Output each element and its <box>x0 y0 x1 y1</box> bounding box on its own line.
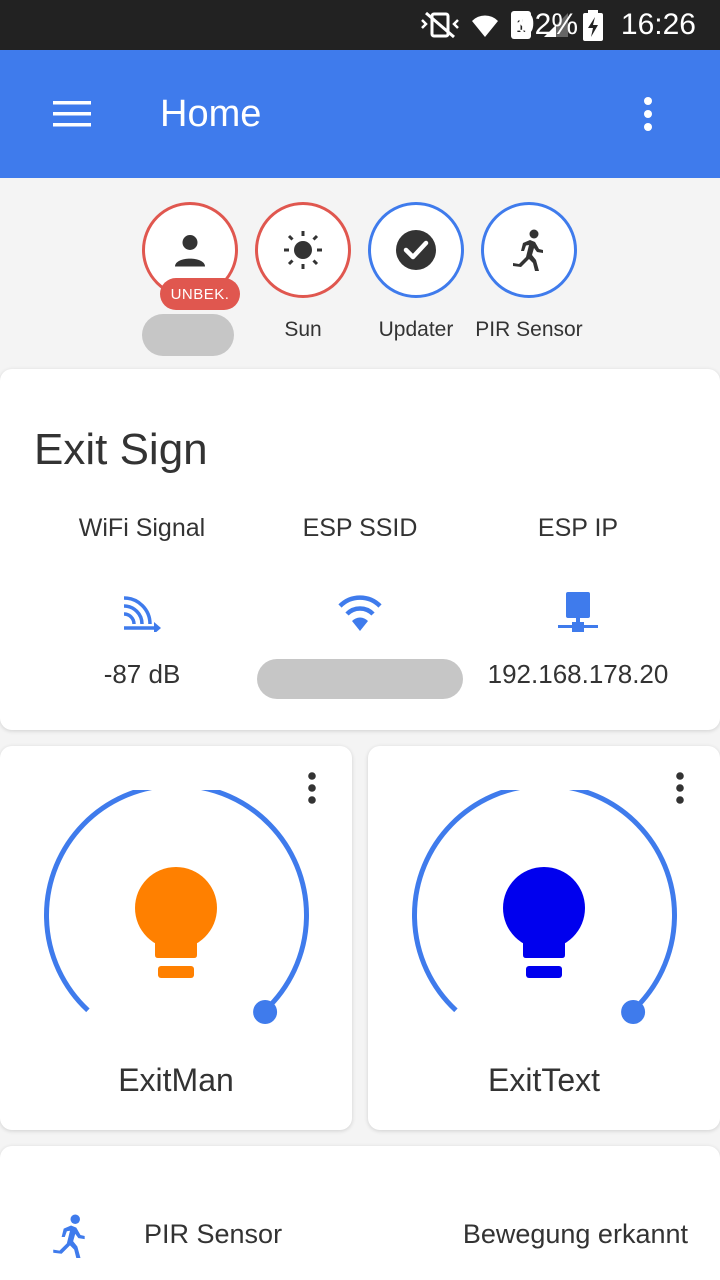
menu-icon <box>53 101 91 127</box>
attr-wifi-signal[interactable]: WiFi Signal -87 dB <box>22 513 262 691</box>
clock: 16:26 <box>620 8 696 41</box>
more-vert-icon <box>644 97 652 131</box>
wifi-icon <box>338 595 382 631</box>
card-title: Exit Sign <box>34 425 208 474</box>
light-card-exittext[interactable]: ExitText <box>368 746 720 1130</box>
badge-label: Updater <box>378 318 454 341</box>
lightbulb-icon <box>135 867 217 978</box>
battery-percent: 92% <box>517 8 578 41</box>
attr-value: -87 dB <box>103 659 181 689</box>
check-circle-icon <box>396 230 436 270</box>
bulb-base <box>526 966 562 978</box>
pir-sensor-card[interactable]: PIR Sensor Bewegung erkannt <box>0 1146 720 1280</box>
badge-label: PIR Sensor <box>475 318 583 341</box>
bulb-base <box>158 966 194 978</box>
vibrate-mute-icon <box>421 11 459 39</box>
badge-person[interactable]: UNBEK. <box>130 202 250 310</box>
entity-state: Bewegung erkannt <box>462 1219 688 1249</box>
entity-name: PIR Sensor <box>144 1219 283 1249</box>
dial-handle <box>621 1000 646 1024</box>
battery-charging-icon <box>583 10 603 41</box>
bulb-neck <box>523 930 565 958</box>
bulb-neck <box>155 930 197 958</box>
light-card-exitman[interactable]: ExitMan <box>0 746 352 1130</box>
overflow-menu-button[interactable] <box>624 88 672 140</box>
page-title: Home <box>160 93 262 135</box>
badge-circle <box>481 202 577 298</box>
signal-distance-icon <box>123 596 161 632</box>
person-icon <box>175 235 205 267</box>
badge-updater[interactable]: Updater <box>356 202 476 342</box>
run-icon <box>53 1214 85 1258</box>
status-badge: UNBEK. <box>160 278 240 310</box>
badge-label: Sun <box>284 318 322 341</box>
brightness-dial[interactable] <box>410 790 678 1030</box>
attr-name: ESP SSID <box>302 514 418 542</box>
wifi-status-icon <box>472 15 498 37</box>
light-name: ExitMan <box>118 1062 234 1098</box>
state-badges: UNBEK. Sun Updater PIR Sensor <box>0 178 720 368</box>
attr-name: ESP IP <box>537 514 619 542</box>
badge-circle <box>368 202 464 298</box>
status-bar: 1 92% 16:26 <box>0 0 720 50</box>
menu-button[interactable] <box>40 90 104 138</box>
redacted-person-name <box>142 314 234 356</box>
lan-icon <box>558 592 598 632</box>
light-name: ExitText <box>487 1062 601 1098</box>
badge-pir-sensor[interactable]: PIR Sensor <box>469 202 589 342</box>
attr-esp-ip[interactable]: ESP IP 192.168.178.20 <box>458 513 698 691</box>
brightness-dial[interactable] <box>42 790 310 1030</box>
app-bar: Home <box>0 50 720 178</box>
redacted-ssid <box>257 659 463 699</box>
exit-sign-card: Exit Sign WiFi Signal -87 dB ESP SSID ES… <box>0 369 720 730</box>
lightbulb-icon <box>503 867 585 978</box>
badge-sun[interactable]: Sun <box>243 202 363 342</box>
badge-circle <box>255 202 351 298</box>
attr-value: 192.168.178.20 <box>487 659 669 689</box>
attr-name: WiFi Signal <box>78 514 206 542</box>
run-icon <box>513 229 543 271</box>
sun-icon <box>284 231 322 269</box>
dial-handle <box>253 1000 278 1024</box>
